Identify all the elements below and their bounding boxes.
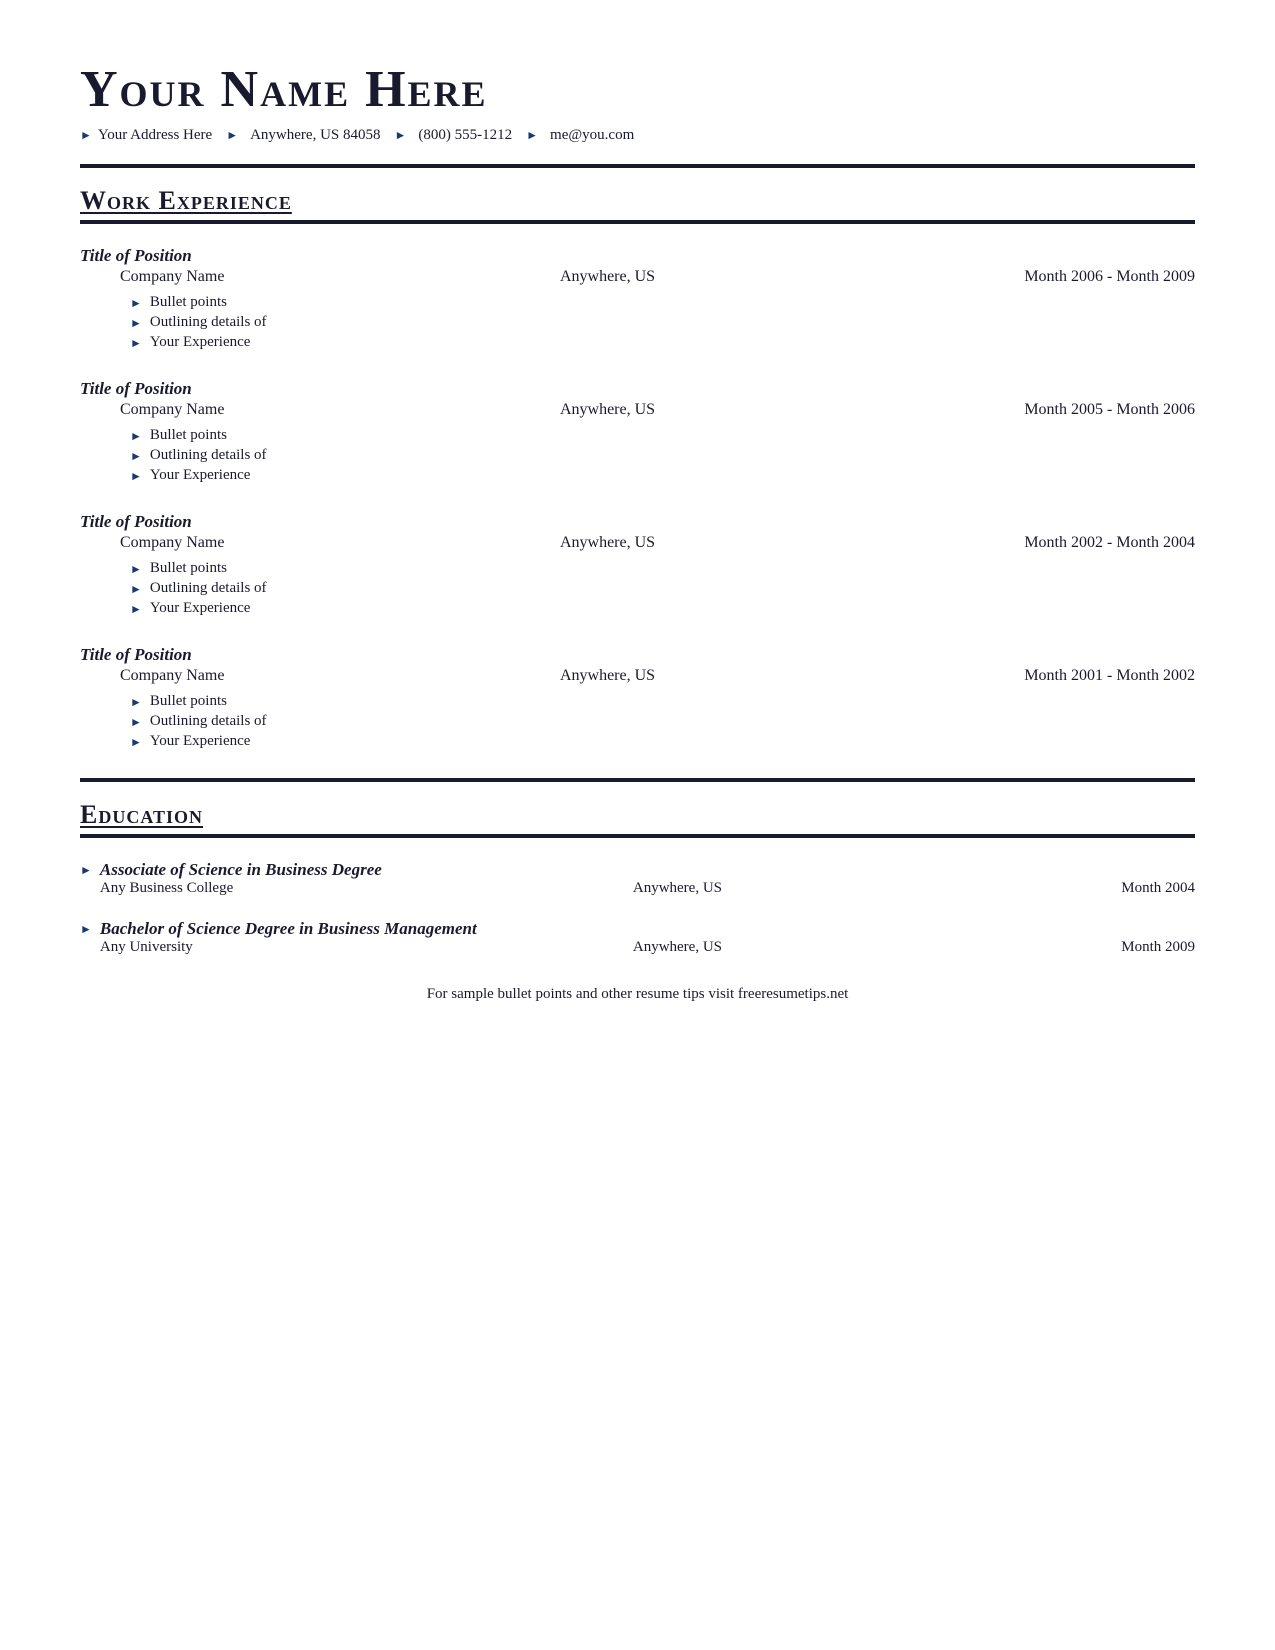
list-item: ►Outlining details of <box>130 314 1195 331</box>
list-item: ►Outlining details of <box>130 580 1195 597</box>
list-item: ►Your Experience <box>130 733 1195 750</box>
arrow-icon-3: ► <box>395 128 407 143</box>
job-1-title: Title of Position <box>80 246 300 266</box>
work-divider-2 <box>80 220 1195 224</box>
bullet-arrow-icon: ► <box>130 695 142 710</box>
phone: (800) 555-1212 <box>418 127 512 144</box>
edu-2-location: Anywhere, US <box>340 939 1015 956</box>
footer-note: For sample bullet points and other resum… <box>80 986 1195 1003</box>
edu-divider-2 <box>80 834 1195 838</box>
applicant-name: Your Name Here <box>80 60 1195 119</box>
job-2-location: Anywhere, US <box>300 401 915 419</box>
edu-1-date: Month 2004 <box>1015 880 1195 897</box>
bullet-arrow-icon: ► <box>130 429 142 444</box>
arrow-icon-2: ► <box>226 128 238 143</box>
edu-1-degree: Associate of Science in Business Degree <box>100 860 1195 880</box>
bullet-arrow-icon: ► <box>130 296 142 311</box>
city-state: Anywhere, US 84058 <box>250 127 380 144</box>
bullet-arrow-icon: ► <box>130 735 142 750</box>
edu-2-date: Month 2009 <box>1015 939 1195 956</box>
edu-2-degree: Bachelor of Science Degree in Business M… <box>100 919 1195 939</box>
work-experience-title: Work Experience <box>80 186 1195 216</box>
edu-1: ► Associate of Science in Business Degre… <box>80 860 1195 897</box>
list-item: ►Bullet points <box>130 427 1195 444</box>
arrow-icon-4: ► <box>526 128 538 143</box>
job-4-company: Company Name <box>80 667 300 685</box>
edu-arrow-icon: ► <box>80 863 92 878</box>
job-2-title: Title of Position <box>80 379 300 399</box>
list-item: ►Outlining details of <box>130 447 1195 464</box>
education-title: Education <box>80 800 1195 830</box>
job-2: Title of Position Company Name Anywhere,… <box>80 379 1195 484</box>
edu-2-item: ► Bachelor of Science Degree in Business… <box>80 919 1195 956</box>
list-item: ►Your Experience <box>130 334 1195 351</box>
list-item: ►Your Experience <box>130 467 1195 484</box>
bullet-arrow-icon: ► <box>130 715 142 730</box>
job-3-dates: Month 2002 - Month 2004 <box>915 534 1195 552</box>
job-2-bullets: ►Bullet points ►Outlining details of ►Yo… <box>80 427 1195 484</box>
contact-info: ► Your Address Here ► Anywhere, US 84058… <box>80 127 1195 144</box>
edu-divider <box>80 778 1195 782</box>
bullet-arrow-icon: ► <box>130 562 142 577</box>
edu-2-content: Bachelor of Science Degree in Business M… <box>100 919 1195 956</box>
email: me@you.com <box>550 127 634 144</box>
resume-header: Your Name Here ► Your Address Here ► Any… <box>80 60 1195 144</box>
edu-1-detail-row: Any Business College Anywhere, US Month … <box>100 880 1195 897</box>
job-1-dates: Month 2006 - Month 2009 <box>915 268 1195 286</box>
edu-1-item: ► Associate of Science in Business Degre… <box>80 860 1195 897</box>
address: Your Address Here <box>98 127 212 144</box>
job-3-location: Anywhere, US <box>300 534 915 552</box>
edu-2-detail-row: Any University Anywhere, US Month 2009 <box>100 939 1195 956</box>
bullet-arrow-icon: ► <box>130 316 142 331</box>
job-3-bullets: ►Bullet points ►Outlining details of ►Yo… <box>80 560 1195 617</box>
job-4-location: Anywhere, US <box>300 667 915 685</box>
work-divider <box>80 164 1195 168</box>
job-1-company: Company Name <box>80 268 300 286</box>
list-item: ►Outlining details of <box>130 713 1195 730</box>
job-2-company: Company Name <box>80 401 300 419</box>
list-item: ►Bullet points <box>130 693 1195 710</box>
job-4: Title of Position Company Name Anywhere,… <box>80 645 1195 750</box>
job-1-bullets: ►Bullet points ►Outlining details of ►Yo… <box>80 294 1195 351</box>
edu-arrow-icon: ► <box>80 922 92 937</box>
job-1: Title of Position Company Name Anywhere,… <box>80 246 1195 351</box>
job-2-dates: Month 2005 - Month 2006 <box>915 401 1195 419</box>
edu-1-school: Any Business College <box>100 880 340 897</box>
job-3-title: Title of Position <box>80 512 300 532</box>
bullet-arrow-icon: ► <box>130 469 142 484</box>
bullet-arrow-icon: ► <box>130 449 142 464</box>
bullet-arrow-icon: ► <box>130 602 142 617</box>
list-item: ►Your Experience <box>130 600 1195 617</box>
job-1-location: Anywhere, US <box>300 268 915 286</box>
job-4-dates: Month 2001 - Month 2002 <box>915 667 1195 685</box>
list-item: ►Bullet points <box>130 294 1195 311</box>
list-item: ►Bullet points <box>130 560 1195 577</box>
job-3: Title of Position Company Name Anywhere,… <box>80 512 1195 617</box>
bullet-arrow-icon: ► <box>130 582 142 597</box>
job-4-bullets: ►Bullet points ►Outlining details of ►Yo… <box>80 693 1195 750</box>
job-4-title: Title of Position <box>80 645 300 665</box>
job-3-company: Company Name <box>80 534 300 552</box>
edu-2: ► Bachelor of Science Degree in Business… <box>80 919 1195 956</box>
edu-1-content: Associate of Science in Business Degree … <box>100 860 1195 897</box>
edu-2-school: Any University <box>100 939 340 956</box>
bullet-arrow-icon: ► <box>130 336 142 351</box>
arrow-icon-1: ► <box>80 128 92 143</box>
edu-1-location: Anywhere, US <box>340 880 1015 897</box>
